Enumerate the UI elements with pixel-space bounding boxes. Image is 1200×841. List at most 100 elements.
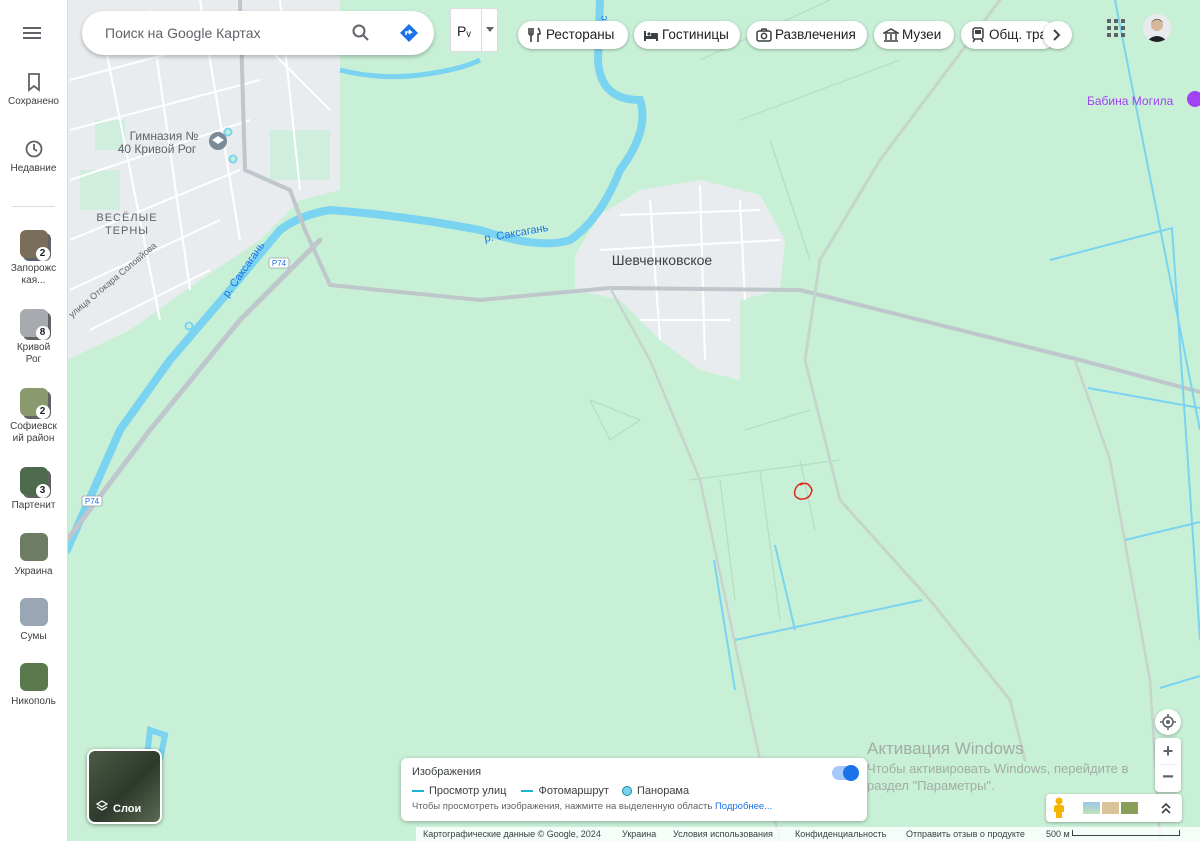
recent-thumb bbox=[19, 598, 48, 626]
search-input[interactable]: Поиск на Google Картах bbox=[105, 25, 261, 41]
footer-terms-link[interactable]: Условия использования bbox=[673, 827, 773, 841]
road-badge-r74: Р74 bbox=[268, 257, 290, 269]
chip-label: Музеи bbox=[902, 27, 942, 42]
road-badge-r74: Р74 bbox=[81, 495, 103, 507]
recent-button[interactable]: Недавние bbox=[0, 139, 67, 174]
footer-scale-label[interactable]: 500 м bbox=[1046, 827, 1070, 841]
imagery-legend: Просмотр улиц Фотомаршрут Панорама bbox=[412, 785, 689, 797]
district-label-line2: ТЕРНЫ bbox=[105, 225, 149, 237]
road-badge-label: Р74 bbox=[272, 259, 287, 268]
photo-route-swatch bbox=[521, 790, 534, 793]
chip-label: Гостиницы bbox=[662, 27, 729, 42]
landmark-label: Бабина Могила bbox=[1087, 94, 1174, 108]
school-label: Гимназия № 40 Кривой Рог bbox=[118, 129, 199, 156]
chips-next-button[interactable] bbox=[1043, 21, 1072, 49]
pegman-icon[interactable] bbox=[1052, 797, 1066, 819]
apps-grid-icon[interactable] bbox=[1106, 18, 1126, 38]
language-button[interactable]: Рᵥ bbox=[450, 8, 498, 52]
recent-thumb: 2 bbox=[19, 388, 50, 419]
chevrons-up-icon[interactable] bbox=[1160, 802, 1172, 814]
footer-copyright: Картографические данные © Google, 2024 bbox=[423, 829, 601, 839]
recent-item-label: Украина bbox=[14, 566, 53, 577]
street-view-swatch bbox=[412, 790, 424, 793]
chip-label: Общ. тра bbox=[989, 27, 1048, 42]
menu-button[interactable] bbox=[23, 25, 43, 41]
toggle-knob bbox=[843, 765, 859, 781]
recent-item-label: Запорожс кая... bbox=[10, 263, 57, 286]
recent-count: 3 bbox=[35, 484, 50, 498]
legend-item: Фотомаршрут bbox=[538, 785, 609, 797]
imagery-toggle[interactable] bbox=[832, 765, 859, 781]
avatar[interactable] bbox=[1143, 14, 1171, 42]
imagery-panel: Изображения Просмотр улиц Фотомаршрут Па… bbox=[401, 758, 867, 821]
language-label: Рᵥ bbox=[457, 23, 471, 39]
zoom-control: + − bbox=[1155, 738, 1181, 792]
recent-thumb bbox=[19, 663, 48, 691]
caret-down-icon[interactable] bbox=[486, 27, 494, 33]
footer-feedback-link[interactable]: Отправить отзыв о продукте bbox=[906, 827, 1025, 841]
saved-label: Сохранено bbox=[8, 96, 59, 107]
recent-item-label: Софиевск ий район bbox=[10, 421, 57, 444]
recent-item[interactable]: Сумы bbox=[0, 598, 67, 643]
recent-item[interactable]: 3 Партенит bbox=[0, 467, 67, 512]
recent-item-label: Партенит bbox=[11, 500, 56, 511]
road-badge-label: Р74 bbox=[85, 497, 100, 506]
museum-icon bbox=[883, 28, 899, 42]
language-divider bbox=[481, 9, 482, 51]
footer-privacy-link[interactable]: Конфиденциальность bbox=[795, 827, 886, 841]
footer-country[interactable]: Украина bbox=[622, 827, 656, 841]
learn-more-link[interactable]: Подробнее... bbox=[715, 801, 772, 812]
imagery-title: Изображения bbox=[412, 766, 482, 778]
search-box[interactable]: Поиск на Google Картах bbox=[82, 11, 434, 55]
recent-item[interactable]: 8 Кривой Рог bbox=[0, 309, 67, 366]
recent-item-label: Никополь bbox=[11, 696, 56, 707]
chip-museums[interactable]: Музеи bbox=[874, 21, 954, 49]
watermark-line: Чтобы активировать Windows, перейдите в bbox=[867, 761, 1129, 776]
chip-restaurants[interactable]: Рестораны bbox=[518, 21, 628, 49]
thumb-map[interactable] bbox=[1083, 802, 1100, 814]
recent-thumb bbox=[19, 533, 48, 561]
zoom-in-button[interactable]: + bbox=[1155, 738, 1181, 764]
my-location-icon bbox=[1160, 714, 1176, 730]
scale-bar bbox=[1072, 830, 1180, 836]
rail-divider bbox=[12, 206, 55, 207]
watermark-title: Активация Windows bbox=[867, 739, 1024, 758]
saved-button[interactable]: Сохранено bbox=[0, 72, 67, 107]
recent-item[interactable]: 2 Софиевск ий район bbox=[0, 388, 67, 445]
chip-entertainment[interactable]: Развлечения bbox=[747, 21, 867, 49]
village-label: Шевченковское bbox=[612, 252, 713, 268]
chip-label: Рестораны bbox=[546, 27, 615, 42]
thumb-terrain[interactable] bbox=[1102, 802, 1119, 814]
imagery-bar bbox=[1046, 794, 1182, 822]
chip-hotels[interactable]: Гостиницы bbox=[634, 21, 740, 49]
recent-count: 8 bbox=[35, 326, 50, 340]
layers-icon bbox=[96, 800, 108, 811]
recent-thumb: 2 bbox=[19, 230, 50, 261]
zoom-out-button[interactable]: − bbox=[1155, 765, 1181, 791]
camera-icon bbox=[756, 28, 772, 42]
recent-item-label: Кривой Рог bbox=[16, 342, 51, 365]
my-location-button[interactable] bbox=[1155, 709, 1181, 735]
map-canvas[interactable]: Р74 Р74 Шевченковское р. Саксагань р. Са… bbox=[0, 0, 1200, 841]
school-icon[interactable] bbox=[209, 132, 227, 150]
legend-item: Просмотр улиц bbox=[429, 785, 507, 797]
recent-item[interactable]: 2 Запорожс кая... bbox=[0, 230, 67, 287]
search-icon[interactable] bbox=[352, 24, 370, 42]
watermark-line: раздел "Параметры". bbox=[867, 778, 995, 793]
directions-icon[interactable] bbox=[399, 23, 419, 43]
recent-item-label: Сумы bbox=[20, 631, 47, 642]
map-footer: Картографические данные © Google, 2024 У… bbox=[416, 827, 1200, 841]
history-icon bbox=[25, 140, 42, 158]
legend-item: Панорама bbox=[636, 785, 690, 797]
recent-item[interactable]: Украина bbox=[0, 533, 67, 578]
thumb-satellite[interactable] bbox=[1121, 802, 1138, 814]
recent-item[interactable]: Никополь bbox=[0, 663, 67, 708]
layers-button[interactable]: Слои bbox=[87, 749, 162, 824]
restaurant-icon bbox=[528, 27, 541, 42]
recent-thumb: 8 bbox=[19, 309, 50, 340]
bookmark-icon bbox=[27, 73, 40, 92]
train-icon bbox=[972, 27, 984, 43]
layers-label: Слои bbox=[113, 803, 142, 815]
hotel-icon bbox=[644, 31, 658, 41]
chevron-right-icon bbox=[1053, 29, 1061, 41]
